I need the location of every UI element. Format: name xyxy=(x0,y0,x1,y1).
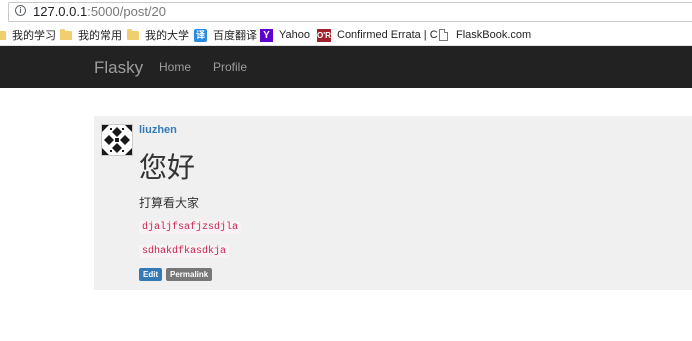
url-host: 127.0.0.1 xyxy=(33,4,88,19)
url-text[interactable]: 127.0.0.1:5000/post/20 xyxy=(33,4,166,19)
bookmark-label: 百度翻译 xyxy=(213,30,257,42)
bookmark-label: FlaskBook.com xyxy=(456,29,532,41)
navbar: Flasky Home Profile xyxy=(0,46,692,88)
post-title: 您好 xyxy=(139,152,196,183)
folder-icon xyxy=(0,30,6,40)
bookmark-wode-xuexi[interactable]: 我的学习 xyxy=(0,28,56,42)
edit-button[interactable]: Edit xyxy=(139,268,163,281)
address-bar: i 127.0.0.1:5000/post/20 xyxy=(0,0,692,24)
bookmark-baidu-fanyi[interactable]: 译 百度翻译 xyxy=(194,28,257,42)
post-item: liuzhen 您好 打算看大家 djaljfsafjzsdjla sdhakd… xyxy=(94,116,692,290)
bookmark-confirmed-errata[interactable]: O'R Confirmed Errata | C xyxy=(317,28,445,42)
bookmark-flaskbook[interactable]: FlaskBook.com xyxy=(439,28,531,42)
bookmarks-bar: 我的学习 我的常用 我的大学 译 百度翻译 Y Yahoo O'R Confir… xyxy=(0,25,692,46)
avatar[interactable] xyxy=(101,124,133,156)
bookmark-label: Confirmed Errata | C xyxy=(337,29,438,41)
bookmark-label: 我的学习 xyxy=(12,30,56,42)
oreilly-icon: O'R xyxy=(317,28,331,42)
post-code-2: sdhakdfkasdkja xyxy=(139,245,230,258)
folder-icon xyxy=(60,28,72,40)
bookmark-yahoo[interactable]: Y Yahoo xyxy=(260,28,310,42)
bookmark-label: 我的大学 xyxy=(145,30,189,42)
bookmark-label: 我的常用 xyxy=(78,30,122,42)
navbar-brand[interactable]: Flasky xyxy=(94,58,143,78)
folder-icon xyxy=(127,28,139,40)
bookmark-label: Yahoo xyxy=(279,29,310,41)
page-icon xyxy=(439,29,448,41)
bookmark-wode-changyong[interactable]: 我的常用 xyxy=(60,28,122,42)
nav-profile-link[interactable]: Profile xyxy=(213,60,247,74)
identicon-icon xyxy=(102,125,132,155)
permalink-button[interactable]: Permalink xyxy=(166,268,213,281)
yahoo-icon: Y xyxy=(260,28,273,42)
bookmark-wode-daxue[interactable]: 我的大学 xyxy=(127,28,189,42)
info-icon[interactable]: i xyxy=(15,5,26,16)
fanyi-icon: 译 xyxy=(194,28,207,42)
post-body-text: 打算看大家 xyxy=(139,196,200,210)
post-code-1: djaljfsafjzsdjla xyxy=(139,221,242,234)
nav-home-link[interactable]: Home xyxy=(159,60,191,74)
post-author-link[interactable]: liuzhen xyxy=(139,124,177,136)
url-path: :5000/post/20 xyxy=(87,4,167,19)
url-field[interactable]: i 127.0.0.1:5000/post/20 xyxy=(8,2,692,22)
